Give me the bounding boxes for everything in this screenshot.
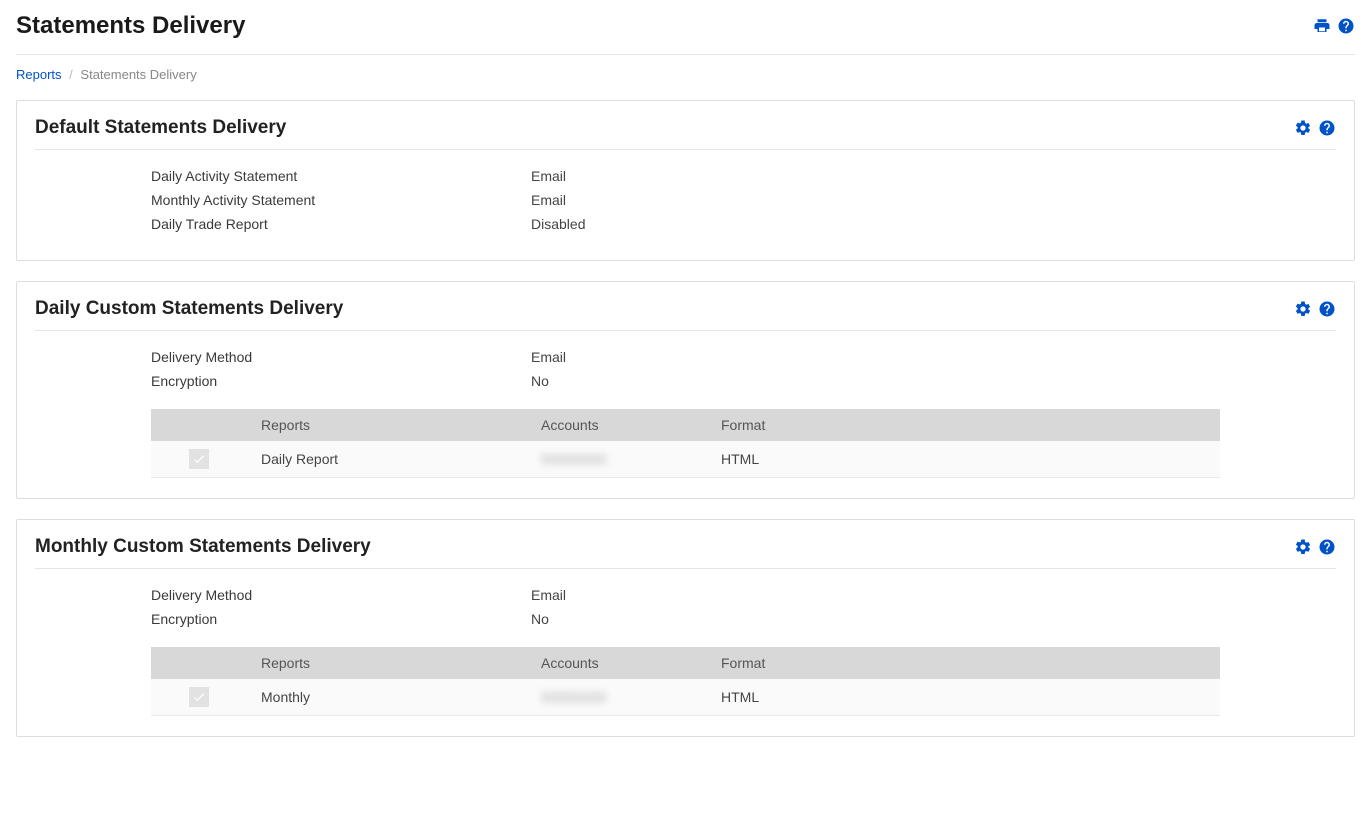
column-header-reports: Reports [251, 647, 531, 679]
panel-header: Default Statements Delivery [35, 117, 1336, 150]
panel-monthly-custom: Monthly Custom Statements Delivery Deliv… [16, 519, 1355, 737]
kv-value: Email [531, 168, 566, 184]
gear-icon[interactable] [1294, 119, 1312, 137]
help-icon[interactable] [1318, 119, 1336, 137]
panel-header: Daily Custom Statements Delivery [35, 298, 1336, 331]
kv-block: Delivery Method Email Encryption No [35, 587, 1336, 627]
kv-label: Daily Trade Report [151, 216, 531, 232]
kv-value: Email [531, 587, 566, 603]
kv-row: Delivery Method Email [151, 587, 1336, 603]
checkbox[interactable] [189, 687, 209, 707]
panel-icons [1294, 538, 1336, 556]
page-header: Statements Delivery [16, 12, 1355, 55]
kv-label: Monthly Activity Statement [151, 192, 531, 208]
kv-row: Delivery Method Email [151, 349, 1336, 365]
checkbox[interactable] [189, 449, 209, 469]
gear-icon[interactable] [1294, 538, 1312, 556]
kv-value: No [531, 373, 549, 389]
kv-row: Daily Trade Report Disabled [151, 216, 1336, 232]
kv-value: Email [531, 192, 566, 208]
column-header-format: Format [711, 647, 1220, 679]
redacted-account: XXXXXXX [541, 451, 606, 467]
kv-block: Delivery Method Email Encryption No [35, 349, 1336, 389]
panel-title: Daily Custom Statements Delivery [35, 298, 343, 320]
panel-icons [1294, 300, 1336, 318]
kv-row: Encryption No [151, 373, 1336, 389]
panel-default-statements: Default Statements Delivery Daily Activi… [16, 100, 1355, 261]
kv-value: Email [531, 349, 566, 365]
page-title: Statements Delivery [16, 12, 245, 40]
column-header-reports: Reports [251, 409, 531, 441]
cell-report: Daily Report [251, 441, 531, 478]
kv-label: Daily Activity Statement [151, 168, 531, 184]
breadcrumb: Reports / Statements Delivery [16, 67, 1355, 82]
table-header-row: Reports Accounts Format [151, 647, 1220, 679]
monthly-reports-table: Reports Accounts Format Monthly XXXXXXX … [151, 647, 1220, 716]
cell-check [151, 679, 251, 716]
kv-block: Daily Activity Statement Email Monthly A… [35, 168, 1336, 232]
daily-reports-table: Reports Accounts Format Daily Report XXX… [151, 409, 1220, 478]
column-header-check [151, 409, 251, 441]
header-icons [1313, 17, 1355, 35]
help-icon[interactable] [1337, 17, 1355, 35]
cell-format: HTML [711, 441, 1220, 478]
table-row: Daily Report XXXXXXX HTML [151, 441, 1220, 478]
kv-value: Disabled [531, 216, 585, 232]
redacted-account: XXXXXXX [541, 689, 606, 705]
column-header-accounts: Accounts [531, 409, 711, 441]
column-header-accounts: Accounts [531, 647, 711, 679]
breadcrumb-separator: / [69, 67, 73, 82]
kv-label: Encryption [151, 611, 531, 627]
kv-row: Encryption No [151, 611, 1336, 627]
print-icon[interactable] [1313, 17, 1331, 35]
kv-label: Delivery Method [151, 349, 531, 365]
kv-row: Daily Activity Statement Email [151, 168, 1336, 184]
kv-row: Monthly Activity Statement Email [151, 192, 1336, 208]
table-header-row: Reports Accounts Format [151, 409, 1220, 441]
kv-value: No [531, 611, 549, 627]
cell-format: HTML [711, 679, 1220, 716]
cell-report: Monthly [251, 679, 531, 716]
gear-icon[interactable] [1294, 300, 1312, 318]
breadcrumb-current: Statements Delivery [80, 67, 196, 82]
table-row: Monthly XXXXXXX HTML [151, 679, 1220, 716]
cell-account: XXXXXXX [531, 679, 711, 716]
panel-daily-custom: Daily Custom Statements Delivery Deliver… [16, 281, 1355, 499]
column-header-check [151, 647, 251, 679]
cell-check [151, 441, 251, 478]
panel-icons [1294, 119, 1336, 137]
panel-title: Monthly Custom Statements Delivery [35, 536, 371, 558]
help-icon[interactable] [1318, 538, 1336, 556]
panel-title: Default Statements Delivery [35, 117, 286, 139]
kv-label: Encryption [151, 373, 531, 389]
help-icon[interactable] [1318, 300, 1336, 318]
panel-header: Monthly Custom Statements Delivery [35, 536, 1336, 569]
cell-account: XXXXXXX [531, 441, 711, 478]
kv-label: Delivery Method [151, 587, 531, 603]
column-header-format: Format [711, 409, 1220, 441]
breadcrumb-root-link[interactable]: Reports [16, 67, 62, 82]
